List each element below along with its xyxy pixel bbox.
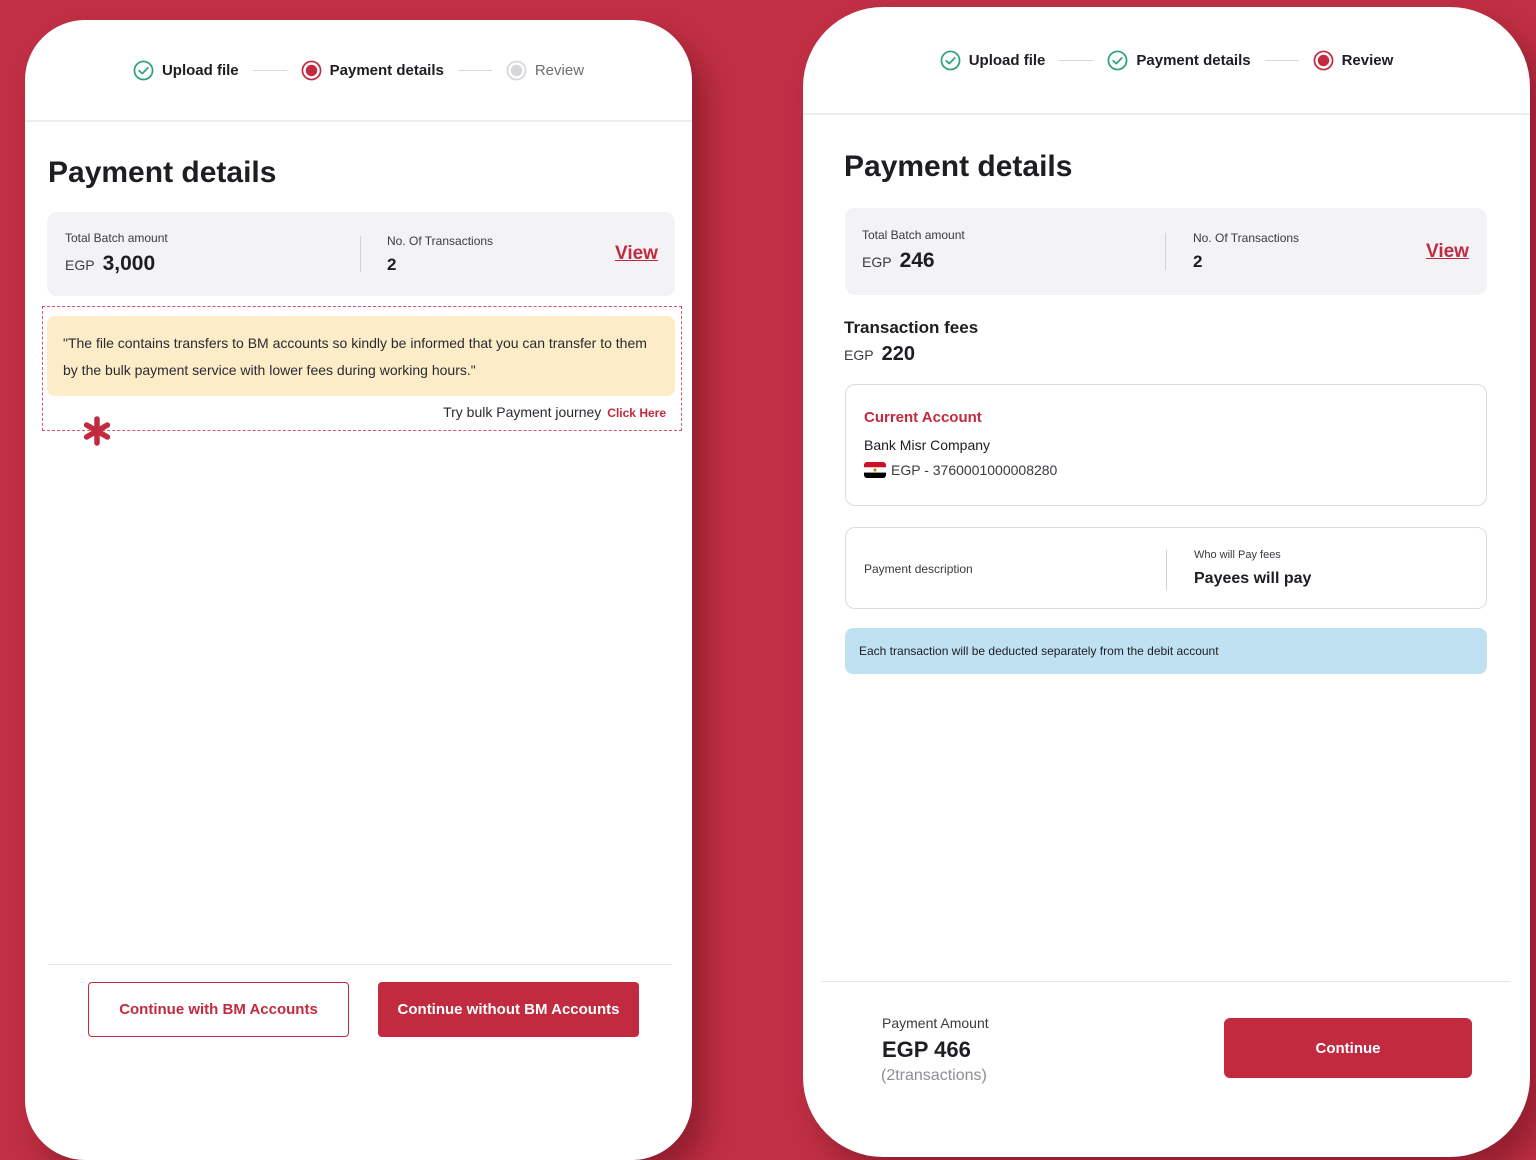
egypt-flag-icon [864,462,886,478]
page-title: Payment details [844,150,1073,183]
account-type: Current Account [864,409,982,426]
payment-amount-label: Payment Amount [882,1015,989,1031]
step-label: Upload file [968,51,1046,69]
click-here-link[interactable]: Click Here [607,406,666,420]
step-connector [457,69,492,71]
account-number-row: EGP - 3760001000008280 [864,462,1057,478]
deduction-info-banner: Each transaction will be deducted separa… [845,628,1487,674]
view-transactions-link[interactable]: View [615,243,658,265]
progress-stepper: Upload file Payment details Review [25,20,692,122]
transactions-count: 2 [387,255,397,274]
step-label: Review [1341,51,1394,69]
fee-payer-value[interactable]: Payees will pay [1194,570,1311,588]
account-number: EGP - 3760001000008280 [891,462,1058,478]
bulk-payment-prompt: Try bulk Payment journey Click Here [443,404,666,420]
step-upload-file: Upload file [133,60,239,81]
footer-separator [48,964,672,965]
payment-description-card: Payment description Who will Pay fees Pa… [845,527,1487,609]
payment-amount-value: EGP 466 [882,1037,971,1062]
transactions-label: No. Of Transactions [387,234,494,248]
total-batch-amount: EGP 3,000 [65,252,155,276]
active-dot-icon [301,60,322,80]
currency: EGP [65,257,95,273]
account-name: Bank Misr Company [864,437,991,453]
divider [1165,233,1166,270]
transaction-fees-title: Transaction fees [844,318,979,337]
fees-value: 220 [881,343,915,365]
active-dot-icon [1313,50,1334,70]
step-upload-file: Upload file [940,50,1046,71]
page-title: Payment details [48,156,277,189]
batch-summary-card: Total Batch amount EGP 3,000 No. Of Trans… [47,212,675,296]
batch-summary-card: Total Batch amount EGP 246 No. Of Transac… [845,208,1487,295]
step-connector [252,69,287,71]
transaction-fees-amount: EGP 220 [844,343,915,366]
total-batch-label: Total Batch amount [65,231,168,245]
asterisk-icon [83,416,111,446]
fee-payer-label: Who will Pay fees [1194,549,1281,561]
continue-with-bm-button[interactable]: Continue with BM Accounts [88,982,349,1037]
step-label: Payment details [329,61,444,79]
step-payment-details: Payment details [301,60,444,81]
amount-value: 246 [899,249,935,272]
transactions-label: No. Of Transactions [1193,231,1300,245]
step-review: Review [506,60,584,81]
divider [1166,550,1167,590]
pending-dot-icon [506,60,527,80]
progress-stepper: Upload file Payment details Review [803,7,1530,115]
step-label: Payment details [1136,51,1251,69]
check-circle-icon [133,60,154,80]
try-bulk-label: Try bulk Payment journey [443,404,602,420]
amount-value: 3,000 [102,252,156,275]
payment-description-label[interactable]: Payment description [864,562,973,576]
bm-accounts-notice: "The file contains transfers to BM accou… [47,316,675,396]
step-label: Upload file [161,61,239,79]
total-batch-amount: EGP 246 [862,249,935,273]
debit-account-card[interactable]: Current Account Bank Misr Company EGP - … [845,384,1487,506]
check-circle-icon [1107,50,1128,70]
transactions-count: 2 [1193,252,1203,271]
view-transactions-link[interactable]: View [1426,241,1469,263]
total-batch-label: Total Batch amount [862,228,965,242]
transactions-note: (2transactions) [881,1067,987,1084]
step-review: Review [1313,50,1394,71]
step-connector [1264,59,1299,61]
step-label: Review [534,61,585,79]
continue-without-bm-button[interactable]: Continue without BM Accounts [378,982,639,1037]
currency: EGP [844,347,874,363]
right-screen: Upload file Payment details Review Payme… [803,7,1530,1157]
currency: EGP [862,254,892,270]
footer-separator [821,981,1511,982]
check-circle-icon [940,50,961,70]
left-screen: Upload file Payment details Review Payme… [25,20,692,1160]
step-connector [1059,59,1094,61]
divider [360,236,361,272]
step-payment-details: Payment details [1107,50,1251,71]
continue-button[interactable]: Continue [1224,1018,1472,1078]
